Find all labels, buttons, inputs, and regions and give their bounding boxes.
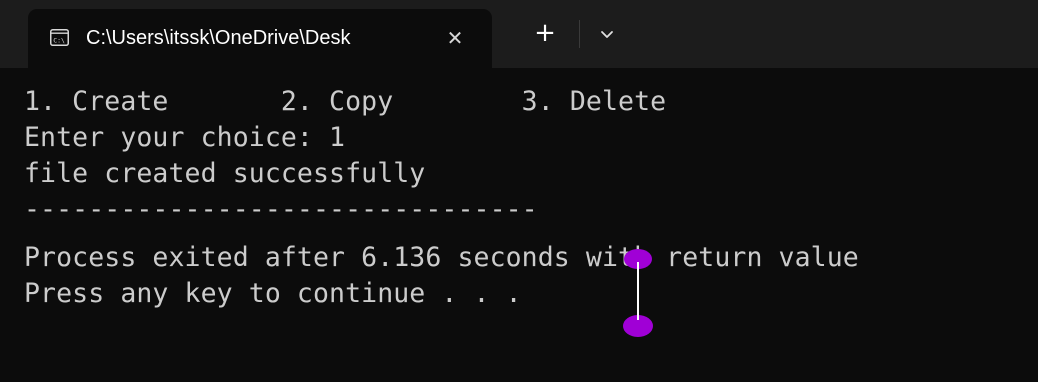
terminal-tab[interactable]: C:\ C:\Users\itssk\OneDrive\Desk ✕ bbox=[28, 9, 492, 68]
press-any-key-line: Press any key to continue . . . bbox=[24, 278, 522, 309]
svg-text:C:\: C:\ bbox=[53, 36, 65, 44]
new-tab-button[interactable]: + bbox=[530, 18, 560, 48]
process-exit-line: Process exited after 6.136 seconds with … bbox=[24, 242, 859, 273]
menu-options-line: 1. Create 2. Copy 3. Delete bbox=[24, 86, 667, 117]
console-icon: C:\ bbox=[50, 29, 69, 46]
terminal-output[interactable]: 1. Create 2. Copy 3. Delete Enter your c… bbox=[0, 68, 1038, 382]
tab-title: C:\Users\itssk\OneDrive\Desk bbox=[86, 27, 351, 49]
chevron-down-icon bbox=[601, 31, 613, 38]
result-message-line: file created successfully bbox=[24, 158, 426, 189]
tab-separator bbox=[579, 20, 580, 48]
tab-dropdown-button[interactable] bbox=[592, 20, 622, 50]
separator-line: -------------------------------- bbox=[24, 194, 538, 225]
title-bar: C:\ C:\Users\itssk\OneDrive\Desk ✕ + bbox=[0, 0, 1038, 68]
close-tab-button[interactable]: ✕ bbox=[442, 25, 468, 51]
terminal-window: C:\ C:\Users\itssk\OneDrive\Desk ✕ + 1. … bbox=[0, 0, 1038, 382]
choice-prompt-line: Enter your choice: 1 bbox=[24, 122, 346, 153]
